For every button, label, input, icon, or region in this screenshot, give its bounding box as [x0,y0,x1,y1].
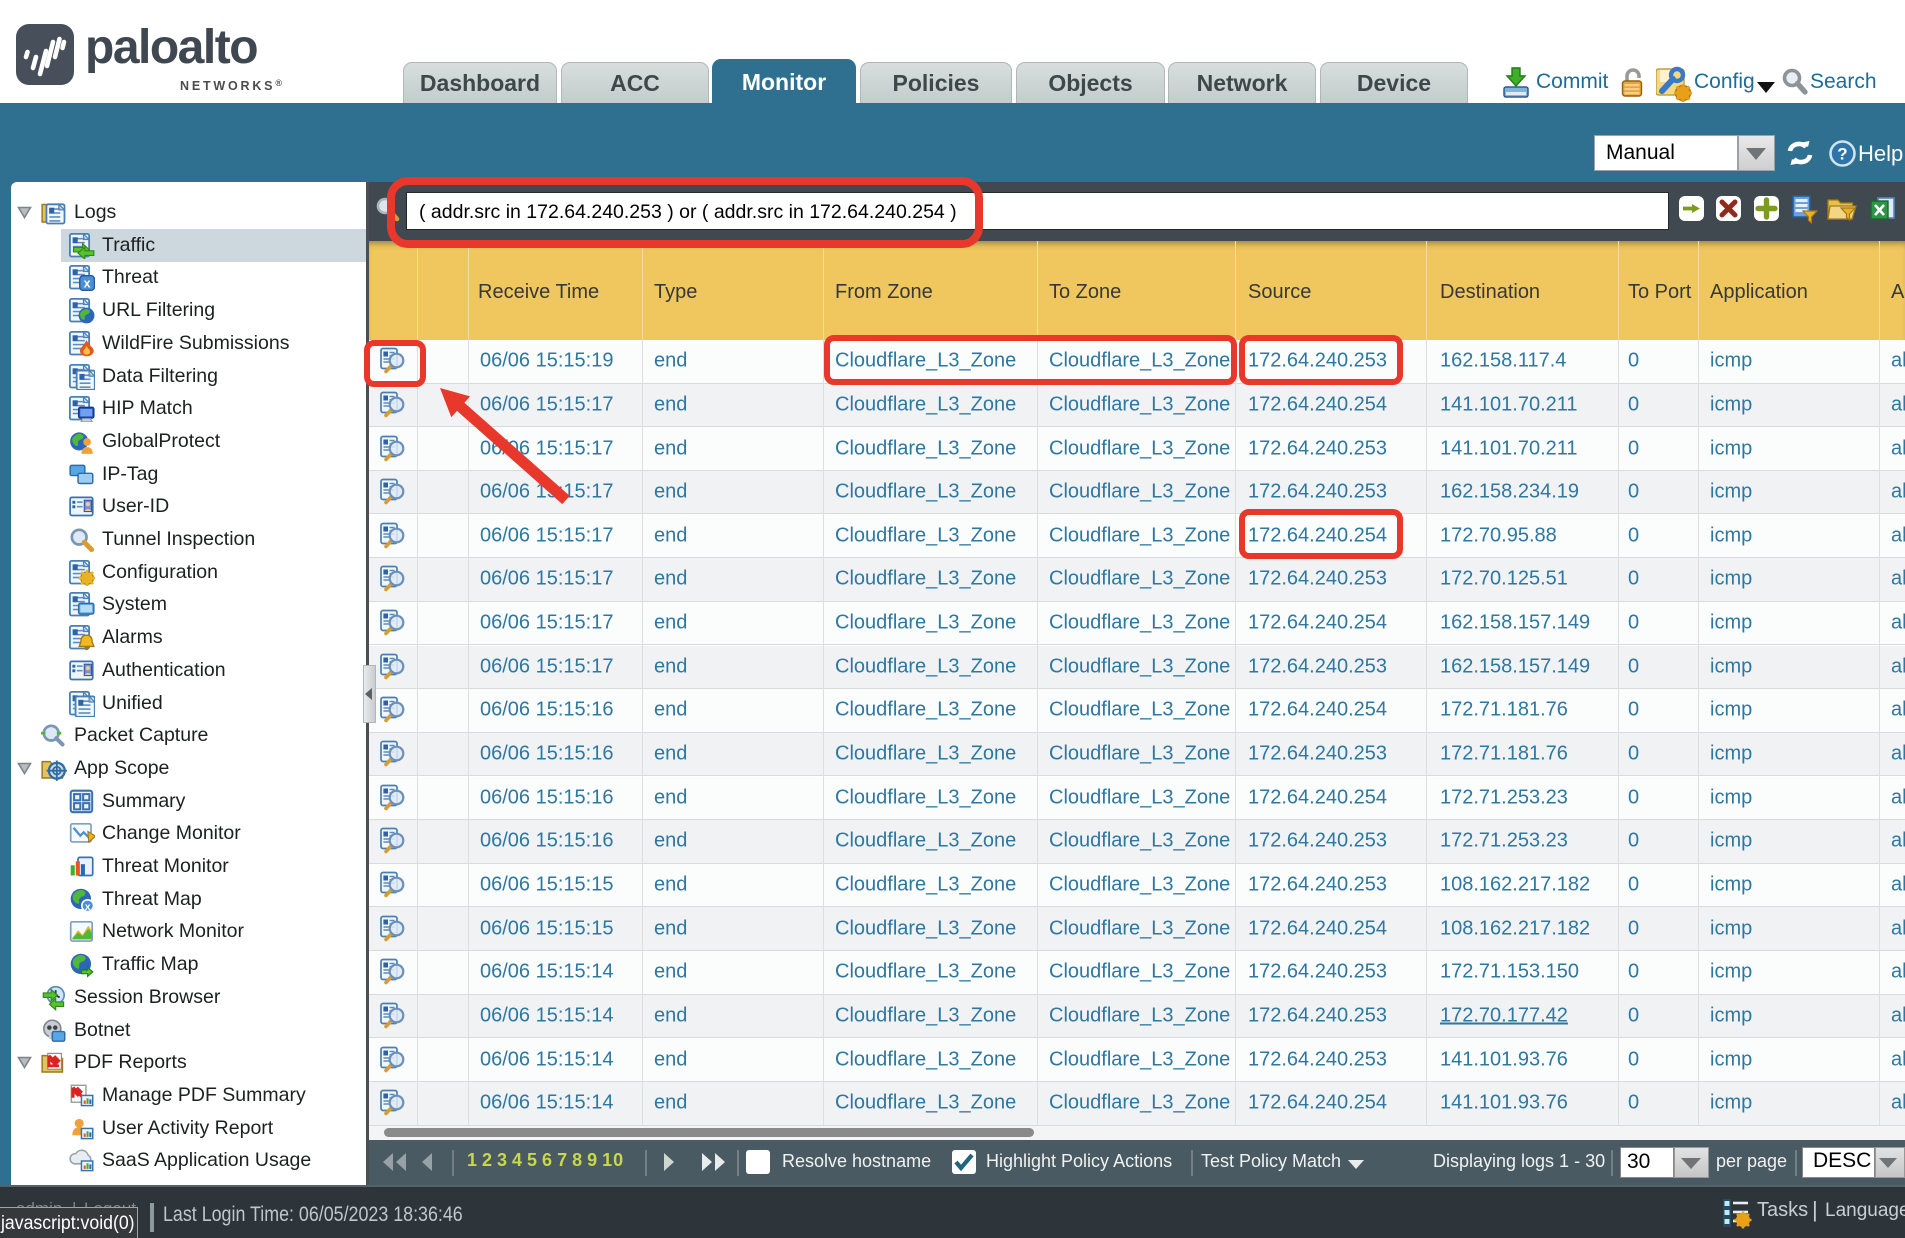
svg-text:x: x [84,277,91,291]
svg-text:x: x [85,902,91,913]
svg-text:?: ? [1837,145,1847,164]
